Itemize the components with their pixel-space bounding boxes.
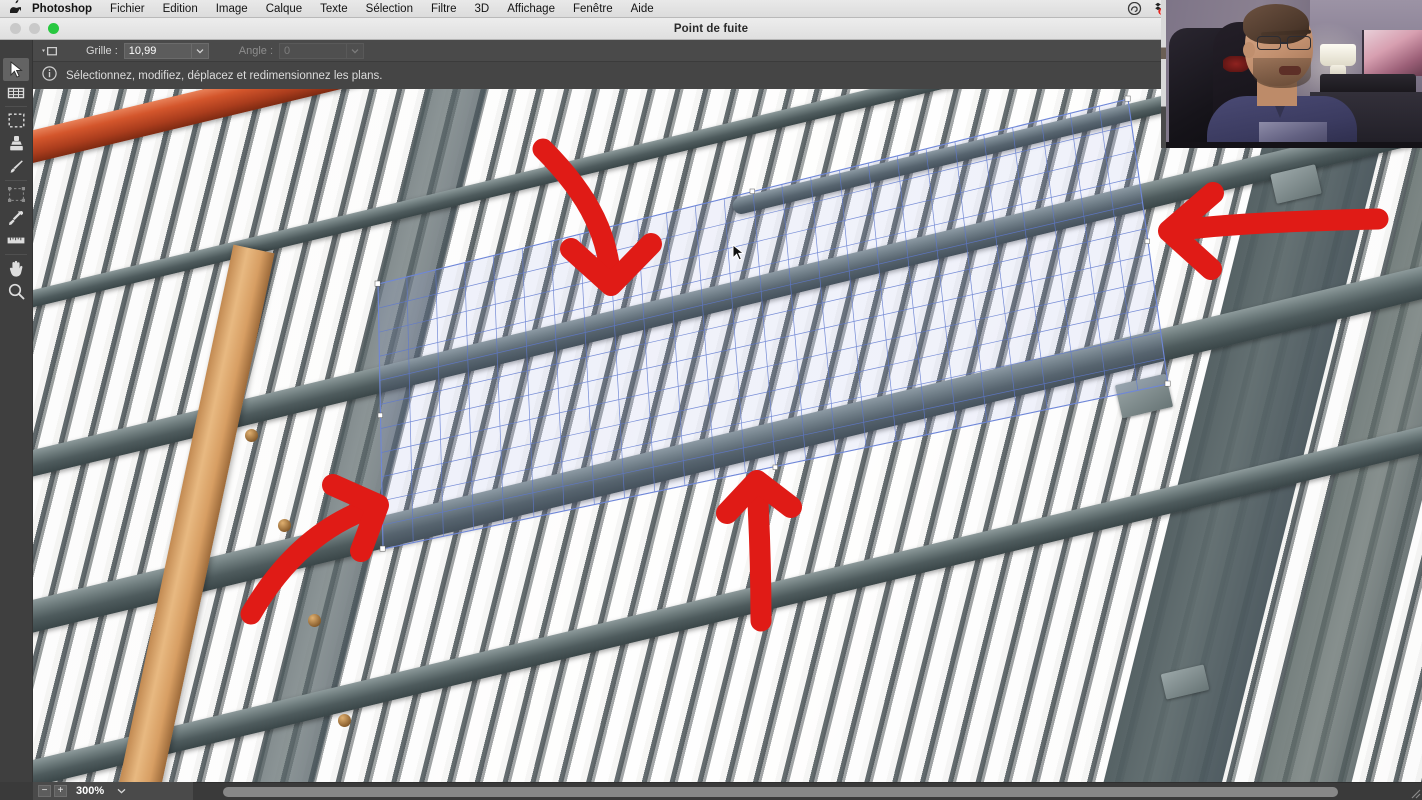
- canvas-viewport[interactable]: [33, 89, 1422, 782]
- photo-bolt-1: [245, 429, 258, 442]
- grid-input[interactable]: 10,99: [123, 42, 192, 59]
- menu-item-selection[interactable]: Sélection: [357, 0, 422, 18]
- measure-tool[interactable]: [3, 229, 29, 252]
- toolbar-divider-3: [5, 254, 27, 255]
- menu-item-calque[interactable]: Calque: [257, 0, 311, 18]
- edit-plane-tool[interactable]: [3, 58, 29, 81]
- menu-item-texte[interactable]: Texte: [311, 0, 357, 18]
- menu-item-image[interactable]: Image: [207, 0, 257, 18]
- transform-tool[interactable]: [3, 183, 29, 206]
- menu-item-3d[interactable]: 3D: [466, 0, 499, 18]
- angle-label: Angle :: [238, 44, 274, 57]
- horizontal-scrollbar[interactable]: [33, 782, 1422, 800]
- photo-bolt-3: [308, 614, 321, 627]
- menu-item-photoshop[interactable]: Photoshop: [30, 0, 101, 18]
- eyedropper-tool[interactable]: [3, 206, 29, 229]
- webcam-person-glasses: [1257, 36, 1315, 51]
- brush-tool[interactable]: [3, 155, 29, 178]
- zoom-level-value[interactable]: 300%: [76, 785, 104, 797]
- webcam-lamp-shade: [1320, 44, 1356, 66]
- creative-cloud-icon[interactable]: [1121, 0, 1148, 18]
- webcam-left-edge: [1161, 0, 1166, 148]
- marquee-tool[interactable]: [3, 109, 29, 132]
- menu-item-filtre[interactable]: Filtre: [422, 0, 466, 18]
- document-image[interactable]: [33, 89, 1422, 782]
- grid-label: Grille :: [86, 44, 118, 57]
- horizontal-scrollbar-thumb[interactable]: [223, 787, 1338, 797]
- menu-item-edition[interactable]: Edition: [154, 0, 207, 18]
- resize-grip-icon[interactable]: [1407, 785, 1421, 799]
- menu-item-fichier[interactable]: Fichier: [101, 0, 154, 18]
- menu-item-fenetre[interactable]: Fenêtre: [564, 0, 622, 18]
- create-plane-tool[interactable]: [3, 81, 29, 104]
- panel-flyout-icon[interactable]: [40, 43, 60, 58]
- zoom-out-button[interactable]: −: [38, 785, 51, 797]
- photo-bolt-2: [278, 519, 291, 532]
- webcam-bottom-edge: [1161, 142, 1422, 148]
- webcam-wall-picture: [1362, 30, 1422, 76]
- zoom-tool[interactable]: [3, 280, 29, 303]
- angle-dropdown-chevron-down-icon[interactable]: [347, 42, 365, 59]
- webcam-person-mouth: [1279, 66, 1301, 75]
- info-message: Sélectionnez, modifiez, déplacez et redi…: [66, 69, 383, 82]
- toolbar-divider: [5, 106, 27, 107]
- angle-input[interactable]: 0: [279, 42, 348, 59]
- zoom-chevron-down-icon[interactable]: [113, 785, 129, 798]
- zoom-controls: − + 300%: [33, 782, 193, 800]
- toolbar-divider-2: [5, 180, 27, 181]
- webcam-person-ear: [1243, 42, 1255, 58]
- info-icon: [42, 65, 57, 86]
- webcam-overlay: [1161, 0, 1422, 148]
- vanishing-point-toolbar: [0, 40, 33, 782]
- grid-dropdown-chevron-down-icon[interactable]: [191, 42, 209, 59]
- photo-bolt-4: [338, 714, 351, 727]
- zoom-in-button[interactable]: +: [54, 785, 67, 797]
- status-bar-left: [0, 782, 33, 800]
- stamp-tool[interactable]: [3, 132, 29, 155]
- apple-menu-icon[interactable]: [0, 0, 30, 17]
- menu-item-affichage[interactable]: Affichage: [498, 0, 564, 18]
- hand-tool[interactable]: [3, 257, 29, 280]
- menu-item-aide[interactable]: Aide: [622, 0, 663, 18]
